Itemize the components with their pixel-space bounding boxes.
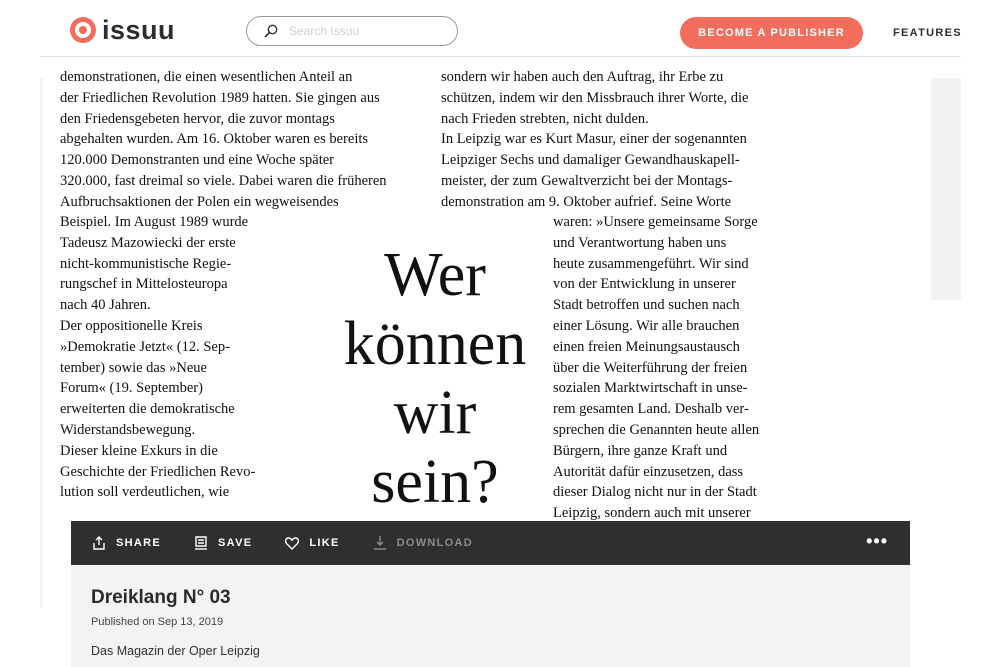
text-line: tember) sowie das »Neue (60, 359, 207, 376)
headline-line: können (343, 310, 527, 378)
document-info-panel: Dreiklang N° 03 Published on Sep 13, 201… (71, 565, 910, 667)
search-input[interactable] (287, 23, 441, 39)
headline-line: sein? (371, 448, 499, 516)
text-line: den Friedensgebeten hervor, die zuvor mo… (60, 110, 335, 127)
text-line: Tadeusz Mazowiecki der erste (60, 234, 236, 251)
text-line: In Leipzig war es Kurt Masur, einer der … (441, 131, 747, 148)
share-icon (93, 536, 105, 550)
publish-date: Published on Sep 13, 2019 (91, 616, 224, 628)
text-line: demonstrationen, die einen wesentlichen … (60, 69, 353, 85)
save-icon (195, 536, 208, 550)
text-line: dieser Dialog nicht nur in der Stadt (553, 484, 757, 501)
text-line: Geschichte der Friedlichen Revo- (60, 463, 256, 480)
text-line: sondern wir haben auch den Auftrag, ihr … (441, 69, 724, 85)
text-line: »Demokratie Jetzt« (12. Sep- (60, 338, 230, 355)
text-line: meister, der zum Gewaltverzicht bei der … (441, 172, 733, 189)
side-panel-scrollbar[interactable] (931, 78, 961, 300)
text-line: nach Frieden strebten, nicht dulden. (441, 110, 649, 127)
like-button[interactable]: LIKE (284, 535, 339, 551)
text-column-right-bottom: waren: »Unsere gemeinsame Sorge und Vera… (553, 212, 759, 521)
document-description: Das Magazin der Oper Leipzig (91, 644, 260, 658)
share-label: SHARE (116, 537, 162, 549)
text-line: Dieser kleine Exkurs in die (60, 442, 218, 459)
top-navigation-bar: issuu BECOME A PUBLISHER FEATURES (40, 8, 961, 57)
text-line: Leipziger Sechs und damaliger Gewandhaus… (441, 152, 740, 169)
save-button[interactable]: SAVE (193, 535, 252, 551)
logo-text: issuu (102, 15, 176, 45)
text-column-left-bottom: Beispiel. Im August 1989 wurde Tadeusz M… (60, 212, 255, 503)
download-icon (373, 536, 386, 550)
text-line: rungschef in Mittelosteuropa (60, 276, 228, 293)
text-line: sprechen die Genannten heute allen (553, 421, 760, 438)
download-button[interactable]: DOWNLOAD (372, 535, 473, 551)
download-label: DOWNLOAD (396, 537, 474, 549)
text-line: schützen, indem wir den Missbrauch ihrer… (441, 89, 749, 106)
text-line: Forum« (19. September) (60, 380, 203, 397)
text-line: sozialen Marktwirtschaft in unse- (553, 380, 748, 397)
text-line: nach 40 Jahren. (60, 297, 151, 314)
text-column-right-top: sondern wir haben auch den Auftrag, ihr … (441, 67, 748, 213)
text-line: Der oppositionelle Kreis (60, 317, 203, 334)
issuu-logo-icon (70, 17, 96, 43)
heart-icon (285, 537, 300, 550)
more-options-icon[interactable]: ••• (866, 532, 888, 550)
text-line: Aufbruchsaktionen der Polen ein wegweise… (60, 193, 339, 210)
text-line: Widerstandsbewegung. (60, 421, 196, 438)
text-line: einen freien Meinungsaustausch (553, 338, 740, 355)
share-button[interactable]: SHARE (91, 535, 161, 551)
article-headline: Wer können wir sein? (305, 241, 565, 517)
save-label: SAVE (218, 537, 253, 549)
text-line: Stadt betroffen und suchen nach (553, 297, 740, 314)
search-box[interactable] (246, 16, 458, 46)
text-line: abgehalten wurden. Am 16. Oktober waren … (60, 131, 369, 148)
text-column-left-top: demonstrationen, die einen wesentlichen … (60, 67, 387, 213)
like-label: LIKE (309, 537, 340, 549)
text-line: von der Entwicklung in unserer (553, 276, 736, 293)
features-link[interactable]: FEATURES (893, 27, 962, 39)
text-line: nicht-kommunistische Regie- (60, 255, 232, 272)
text-line: Beispiel. Im August 1989 wurde (60, 214, 249, 230)
text-line: waren: »Unsere gemeinsame Sorge (553, 214, 758, 230)
text-line: 120.000 Demonstranten und eine Woche spä… (60, 152, 334, 169)
text-line: über die Weiterführung der freien (553, 359, 748, 376)
become-publisher-button[interactable]: BECOME A PUBLISHER (680, 17, 863, 49)
text-line: erweiterten die demokratische (60, 401, 235, 418)
text-line: lution soll verdeutlichen, wie (60, 484, 230, 501)
headline-line: wir (393, 379, 477, 447)
text-line: Bürgern, ihre ganze Kraft und (553, 442, 728, 459)
text-line: demonstration am 9. Oktober aufrief. Sei… (441, 193, 732, 210)
text-line: heute zusammengeführt. Wir sind (553, 255, 749, 272)
document-action-toolbar: SHARE SAVE LIKE DOWNLOAD ••• (71, 521, 910, 565)
text-line: der Friedlichen Revolution 1989 hatten. … (60, 89, 380, 106)
headline-line: Wer (384, 241, 486, 309)
text-line: einer Lösung. Wir alle brauchen (553, 317, 740, 334)
document-title: Dreiklang N° 03 (91, 587, 231, 608)
text-line: 320.000, fast dreimal so viele. Dabei wa… (60, 172, 387, 189)
document-page[interactable]: demonstrationen, die einen wesentlichen … (43, 57, 910, 521)
issuu-logo[interactable]: issuu (70, 15, 176, 45)
text-line: und Verantwortung haben uns (553, 234, 727, 251)
search-icon (264, 24, 278, 38)
text-line: rem gesamten Land. Deshalb ver- (553, 401, 749, 418)
text-line: Autorität dafür einzusetzen, dass (553, 463, 744, 480)
text-line: Leipzig, sondern auch mit unserer (553, 505, 751, 521)
